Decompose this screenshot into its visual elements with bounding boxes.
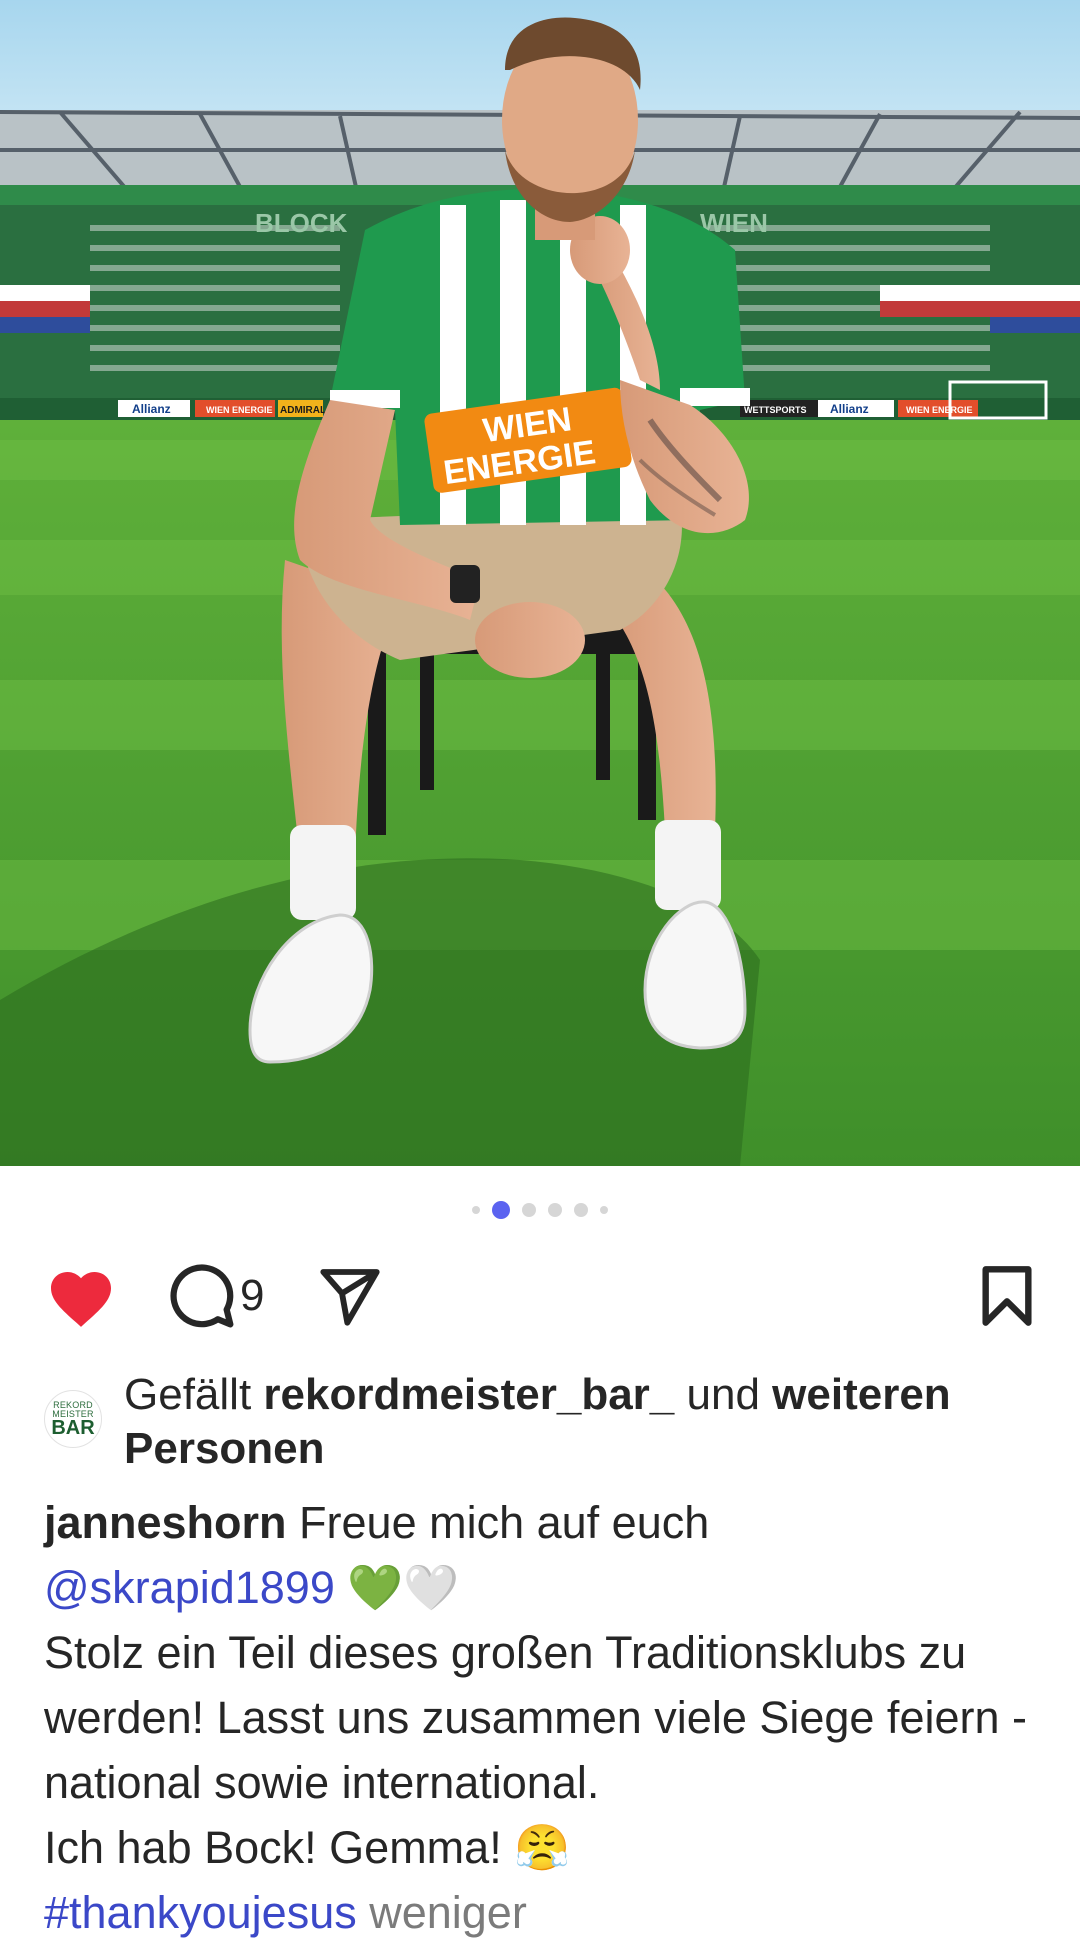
share-button[interactable]: [316, 1258, 384, 1334]
comment-count: 9: [240, 1271, 265, 1320]
stand-text-left: BLOCK: [255, 208, 348, 238]
caption-emojis: 💚🤍: [347, 1562, 460, 1613]
carousel-dot: [574, 1203, 588, 1217]
ad-wien-energie-right: WIEN ENERGIE: [906, 405, 973, 415]
caption-line: #thankyoujesus weniger: [44, 1880, 1044, 1945]
comment-bubble-icon: [170, 1264, 234, 1328]
bookmark-icon: [982, 1266, 1032, 1326]
caption-line: @skrapid1899 💚🤍: [44, 1555, 1044, 1620]
avatar-text-3: BAR: [51, 1417, 95, 1439]
likes-prefix: Gefällt: [124, 1370, 264, 1419]
carousel-dot: [472, 1206, 480, 1214]
ad-allianz-right: Allianz: [830, 402, 869, 416]
caption-line: janneshorn Freue mich auf euch: [44, 1490, 1044, 1555]
like-button[interactable]: [44, 1258, 118, 1334]
paper-plane-icon: [320, 1269, 380, 1326]
carousel-dot-active: [492, 1201, 510, 1219]
carousel-indicator: [0, 1200, 1080, 1220]
post-caption: janneshorn Freue mich auf euch @skrapid1…: [44, 1490, 1044, 1945]
ad-wien-energie-left: WIEN ENERGIE: [206, 405, 273, 415]
caption-line-4: Ich hab Bock! Gemma! 😤: [44, 1822, 571, 1873]
likes-middle: und: [674, 1370, 773, 1419]
comment-button[interactable]: 9: [168, 1258, 264, 1334]
post-photo[interactable]: BLOCK WIEN Allianz WIEN ENERGIE ADMIRAL …: [0, 0, 1080, 1166]
avatar[interactable]: REKORD MEISTER BAR: [44, 1390, 102, 1448]
carousel-dot: [548, 1203, 562, 1217]
likes-text: Gefällt rekordmeister_bar_ und weiteren …: [124, 1368, 1080, 1476]
liker-username[interactable]: rekordmeister_bar_: [263, 1370, 674, 1419]
heart-filled-icon: [51, 1272, 111, 1327]
ad-wettsports: WETTSPORTS: [744, 405, 807, 415]
caption-text: Freue mich auf euch: [286, 1497, 710, 1548]
carousel-dot: [600, 1206, 608, 1214]
less-button[interactable]: weniger: [369, 1887, 527, 1938]
ad-admiral: ADMIRAL: [280, 405, 326, 416]
carousel-dot: [522, 1203, 536, 1217]
mention-link[interactable]: @skrapid1899: [44, 1562, 335, 1613]
caption-body: Stolz ein Teil dieses großen Traditionsk…: [44, 1627, 1027, 1808]
caption-username[interactable]: janneshorn: [44, 1497, 287, 1548]
hashtag-link[interactable]: #thankyoujesus: [44, 1887, 357, 1938]
post-actions: 9: [44, 1258, 1036, 1334]
ad-allianz-left: Allianz: [132, 402, 171, 416]
save-button[interactable]: [978, 1258, 1036, 1334]
